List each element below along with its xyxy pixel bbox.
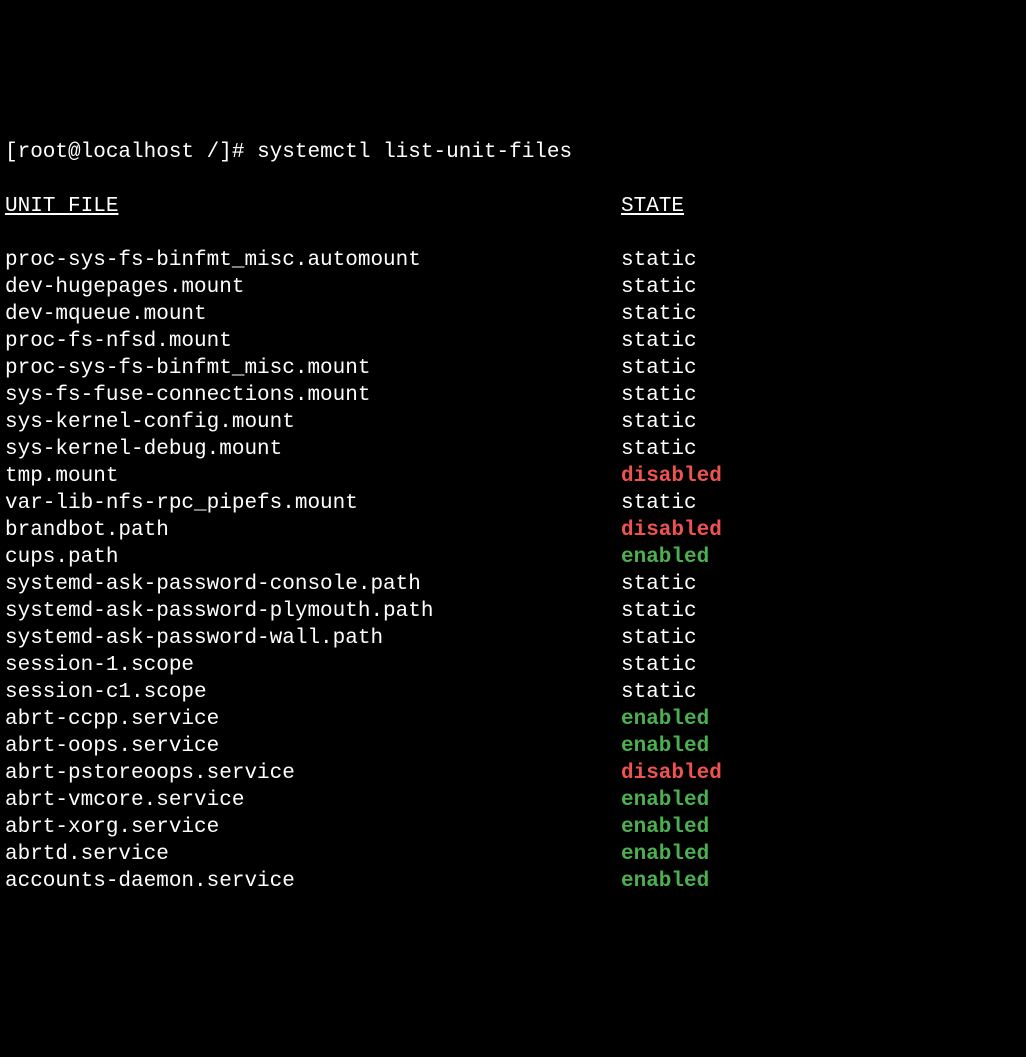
unit-file-name: abrt-pstoreoops.service [5, 760, 621, 787]
prompt-command: systemctl list-unit-files [257, 141, 572, 164]
unit-state: static [621, 627, 697, 650]
header-state: STATE [621, 195, 684, 218]
table-row: abrt-oops.serviceenabled [5, 733, 1021, 760]
unit-state: static [621, 681, 697, 704]
unit-file-name: cups.path [5, 544, 621, 571]
unit-state: static [621, 573, 697, 596]
table-row: abrtd.serviceenabled [5, 841, 1021, 868]
unit-file-name: abrt-xorg.service [5, 814, 621, 841]
table-row: proc-sys-fs-binfmt_misc.mountstatic [5, 355, 1021, 382]
table-row: abrt-pstoreoops.servicedisabled [5, 760, 1021, 787]
header-unit-file: UNIT FILE [5, 193, 621, 220]
table-row: dev-hugepages.mountstatic [5, 274, 1021, 301]
unit-file-name: proc-sys-fs-binfmt_misc.mount [5, 355, 621, 382]
unit-state: disabled [621, 762, 722, 785]
table-row: sys-kernel-config.mountstatic [5, 409, 1021, 436]
table-row: accounts-daemon.serviceenabled [5, 868, 1021, 895]
table-row: abrt-vmcore.serviceenabled [5, 787, 1021, 814]
unit-file-name: sys-fs-fuse-connections.mount [5, 382, 621, 409]
unit-state: static [621, 411, 697, 434]
unit-file-name: var-lib-nfs-rpc_pipefs.mount [5, 490, 621, 517]
unit-file-name: abrt-oops.service [5, 733, 621, 760]
unit-file-name: brandbot.path [5, 517, 621, 544]
unit-file-name: accounts-daemon.service [5, 868, 621, 895]
table-row: systemd-ask-password-plymouth.pathstatic [5, 598, 1021, 625]
unit-state: disabled [621, 519, 722, 542]
unit-file-name: tmp.mount [5, 463, 621, 490]
unit-rows: proc-sys-fs-binfmt_misc.automountstaticd… [5, 247, 1021, 895]
table-row: proc-fs-nfsd.mountstatic [5, 328, 1021, 355]
unit-file-name: sys-kernel-debug.mount [5, 436, 621, 463]
unit-state: static [621, 438, 697, 461]
table-row: tmp.mountdisabled [5, 463, 1021, 490]
unit-state: enabled [621, 789, 709, 812]
unit-state: static [621, 276, 697, 299]
unit-file-name: proc-fs-nfsd.mount [5, 328, 621, 355]
unit-file-name: dev-mqueue.mount [5, 301, 621, 328]
unit-file-name: sys-kernel-config.mount [5, 409, 621, 436]
unit-file-name: systemd-ask-password-wall.path [5, 625, 621, 652]
table-row: systemd-ask-password-console.pathstatic [5, 571, 1021, 598]
unit-file-name: abrtd.service [5, 841, 621, 868]
unit-state: enabled [621, 816, 709, 839]
unit-state: static [621, 492, 697, 515]
table-row: brandbot.pathdisabled [5, 517, 1021, 544]
unit-file-name: abrt-vmcore.service [5, 787, 621, 814]
unit-file-name: proc-sys-fs-binfmt_misc.automount [5, 247, 621, 274]
table-row: session-c1.scopestatic [5, 679, 1021, 706]
unit-state: enabled [621, 843, 709, 866]
table-row: cups.pathenabled [5, 544, 1021, 571]
table-row: systemd-ask-password-wall.pathstatic [5, 625, 1021, 652]
unit-file-name: session-c1.scope [5, 679, 621, 706]
header-row: UNIT FILESTATE [5, 193, 1021, 220]
unit-state: enabled [621, 546, 709, 569]
unit-state: disabled [621, 465, 722, 488]
unit-state: static [621, 600, 697, 623]
unit-file-name: session-1.scope [5, 652, 621, 679]
unit-state: static [621, 330, 697, 353]
unit-state: static [621, 303, 697, 326]
table-row: proc-sys-fs-binfmt_misc.automountstatic [5, 247, 1021, 274]
unit-state: static [621, 357, 697, 380]
terminal-output: [root@localhost /]# systemctl list-unit-… [5, 112, 1021, 922]
unit-file-name: dev-hugepages.mount [5, 274, 621, 301]
unit-file-name: systemd-ask-password-plymouth.path [5, 598, 621, 625]
table-row: session-1.scopestatic [5, 652, 1021, 679]
unit-state: enabled [621, 735, 709, 758]
unit-state: static [621, 654, 697, 677]
unit-state: enabled [621, 870, 709, 893]
table-row: abrt-xorg.serviceenabled [5, 814, 1021, 841]
unit-state: static [621, 249, 697, 272]
table-row: var-lib-nfs-rpc_pipefs.mountstatic [5, 490, 1021, 517]
prompt-user-host: [root@localhost /]# [5, 141, 244, 164]
table-row: sys-fs-fuse-connections.mountstatic [5, 382, 1021, 409]
unit-state: static [621, 384, 697, 407]
table-row: sys-kernel-debug.mountstatic [5, 436, 1021, 463]
unit-file-name: systemd-ask-password-console.path [5, 571, 621, 598]
table-row: dev-mqueue.mountstatic [5, 301, 1021, 328]
prompt-line: [root@localhost /]# systemctl list-unit-… [5, 139, 1021, 166]
